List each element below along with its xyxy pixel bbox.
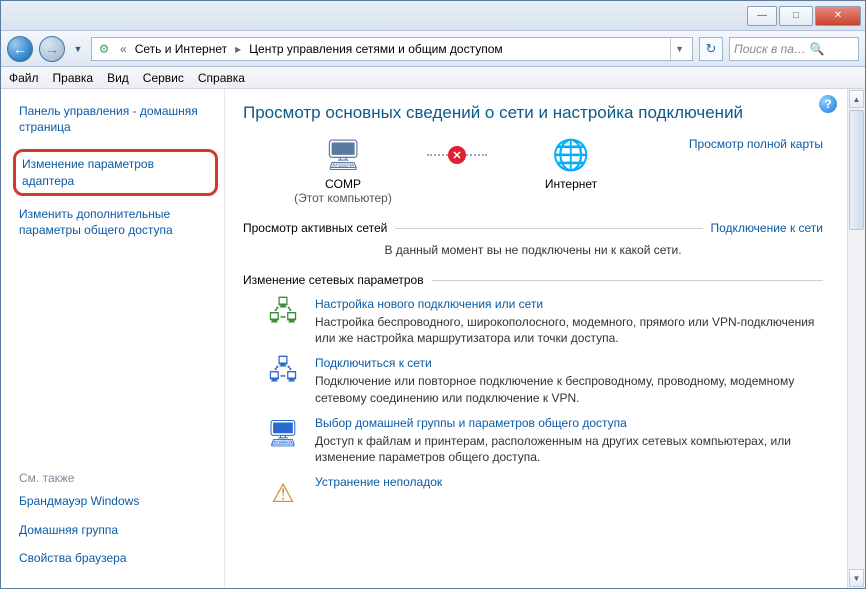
titlebar: — □ ✕: [1, 1, 865, 31]
highlighted-annotation: Изменение параметров адаптера: [13, 149, 218, 195]
internet-label: Интернет: [511, 177, 631, 191]
menubar: Файл Правка Вид Сервис Справка: [1, 67, 865, 89]
this-pc-node: 🖥 COMP (Этот компьютер): [283, 137, 403, 205]
setting-desc: Подключение или повторное подключение к …: [315, 373, 823, 405]
setting-desc: Настройка беспроводного, широкополосного…: [315, 314, 823, 346]
minimize-button[interactable]: —: [747, 6, 777, 26]
setting-desc: Доступ к файлам и принтерам, расположенн…: [315, 433, 823, 465]
view-full-map-link[interactable]: Просмотр полной карты: [689, 137, 823, 151]
internet-node: 🌐 Интернет: [511, 137, 631, 191]
change-settings-section: Изменение сетевых параметров: [243, 273, 823, 287]
menu-view[interactable]: Вид: [107, 71, 129, 85]
sidebar-advanced-sharing-link[interactable]: Изменить дополнительные параметры общего…: [19, 206, 218, 238]
computer-icon: 🖥: [319, 137, 367, 173]
page-title: Просмотр основных сведений о сети и наст…: [243, 103, 823, 123]
setting-title: Настройка нового подключения или сети: [315, 297, 823, 311]
close-button[interactable]: ✕: [815, 6, 861, 26]
troubleshoot-icon: ⚠: [265, 475, 301, 511]
breadcrumb-part-2[interactable]: Центр управления сетями и общим доступом: [249, 42, 503, 56]
refresh-button[interactable]: ↻: [699, 37, 723, 61]
menu-tools[interactable]: Сервис: [143, 71, 184, 85]
scroll-thumb[interactable]: [849, 110, 864, 230]
sidebar-homegroup-link[interactable]: Домашняя группа: [19, 522, 218, 538]
homegroup-icon: 🖥: [265, 416, 301, 452]
setting-new-connection[interactable]: 🖧 Настройка нового подключения или сети …: [265, 297, 823, 346]
setting-title: Устранение неполадок: [315, 475, 442, 489]
setting-connect-network[interactable]: 🖧 Подключиться к сети Подключение или по…: [265, 356, 823, 405]
scroll-up-button[interactable]: ▲: [849, 90, 864, 108]
address-dropdown[interactable]: ▼: [670, 38, 688, 60]
network-map: 🖥 COMP (Этот компьютер) ✕ 🌐 Интернет Про…: [283, 137, 823, 205]
menu-help[interactable]: Справка: [198, 71, 245, 85]
network-icon: ⚙: [96, 41, 112, 57]
maximize-button[interactable]: □: [779, 6, 813, 26]
active-networks-section: Просмотр активных сетей Подключение к се…: [243, 221, 823, 235]
menu-file[interactable]: Файл: [9, 71, 39, 85]
new-connection-icon: 🖧: [265, 297, 301, 333]
breadcrumb-sep-arrow: ▸: [233, 42, 243, 56]
search-input[interactable]: Поиск в па… 🔍: [729, 37, 859, 61]
window: — □ ✕ ← → ▼ ⚙ « Сеть и Интернет ▸ Центр …: [0, 0, 866, 589]
globe-icon: 🌐: [547, 137, 595, 173]
setting-title: Подключиться к сети: [315, 356, 823, 370]
scroll-track[interactable]: [848, 231, 865, 568]
vertical-scrollbar[interactable]: ▲ ▼: [847, 89, 865, 588]
setting-title: Выбор домашней группы и параметров общег…: [315, 416, 823, 430]
content-area: Панель управления - домашняя страница Из…: [1, 89, 865, 588]
active-networks-header: Просмотр активных сетей: [243, 221, 387, 235]
see-also-header: См. также: [19, 471, 218, 485]
change-settings-header: Изменение сетевых параметров: [243, 273, 424, 287]
sidebar-home-link[interactable]: Панель управления - домашняя страница: [19, 103, 218, 135]
this-pc-sublabel: (Этот компьютер): [283, 191, 403, 205]
nav-forward-button[interactable]: →: [39, 36, 65, 62]
connect-to-network-link[interactable]: Подключение к сети: [711, 221, 823, 235]
search-icon: 🔍: [810, 42, 825, 56]
main-panel: ? Просмотр основных сведений о сети и на…: [225, 89, 847, 588]
sidebar-firewall-link[interactable]: Брандмауэр Windows: [19, 493, 218, 509]
setting-homegroup-sharing[interactable]: 🖥 Выбор домашней группы и параметров общ…: [265, 416, 823, 465]
help-icon[interactable]: ?: [819, 95, 837, 113]
disconnected-icon: ✕: [448, 146, 466, 164]
navbar: ← → ▼ ⚙ « Сеть и Интернет ▸ Центр управл…: [1, 31, 865, 67]
setting-troubleshoot[interactable]: ⚠ Устранение неполадок: [265, 475, 823, 511]
map-link-broken: ✕: [427, 137, 487, 173]
connect-network-icon: 🖧: [265, 356, 301, 392]
breadcrumb-part-1[interactable]: Сеть и Интернет: [135, 42, 227, 56]
no-network-note: В данный момент вы не подключены ни к ка…: [243, 243, 823, 257]
sidebar-browser-props-link[interactable]: Свойства браузера: [19, 550, 218, 566]
nav-history-dropdown[interactable]: ▼: [71, 36, 85, 62]
sidebar: Панель управления - домашняя страница Из…: [1, 89, 225, 588]
search-placeholder: Поиск в па…: [734, 42, 806, 56]
scroll-down-button[interactable]: ▼: [849, 569, 864, 587]
address-bar[interactable]: ⚙ « Сеть и Интернет ▸ Центр управления с…: [91, 37, 693, 61]
sidebar-adapter-settings-link[interactable]: Изменение параметров адаптера: [22, 156, 209, 188]
menu-edit[interactable]: Правка: [53, 71, 94, 85]
nav-back-button[interactable]: ←: [7, 36, 33, 62]
breadcrumb-sep: «: [118, 42, 129, 56]
this-pc-label: COMP: [283, 177, 403, 191]
